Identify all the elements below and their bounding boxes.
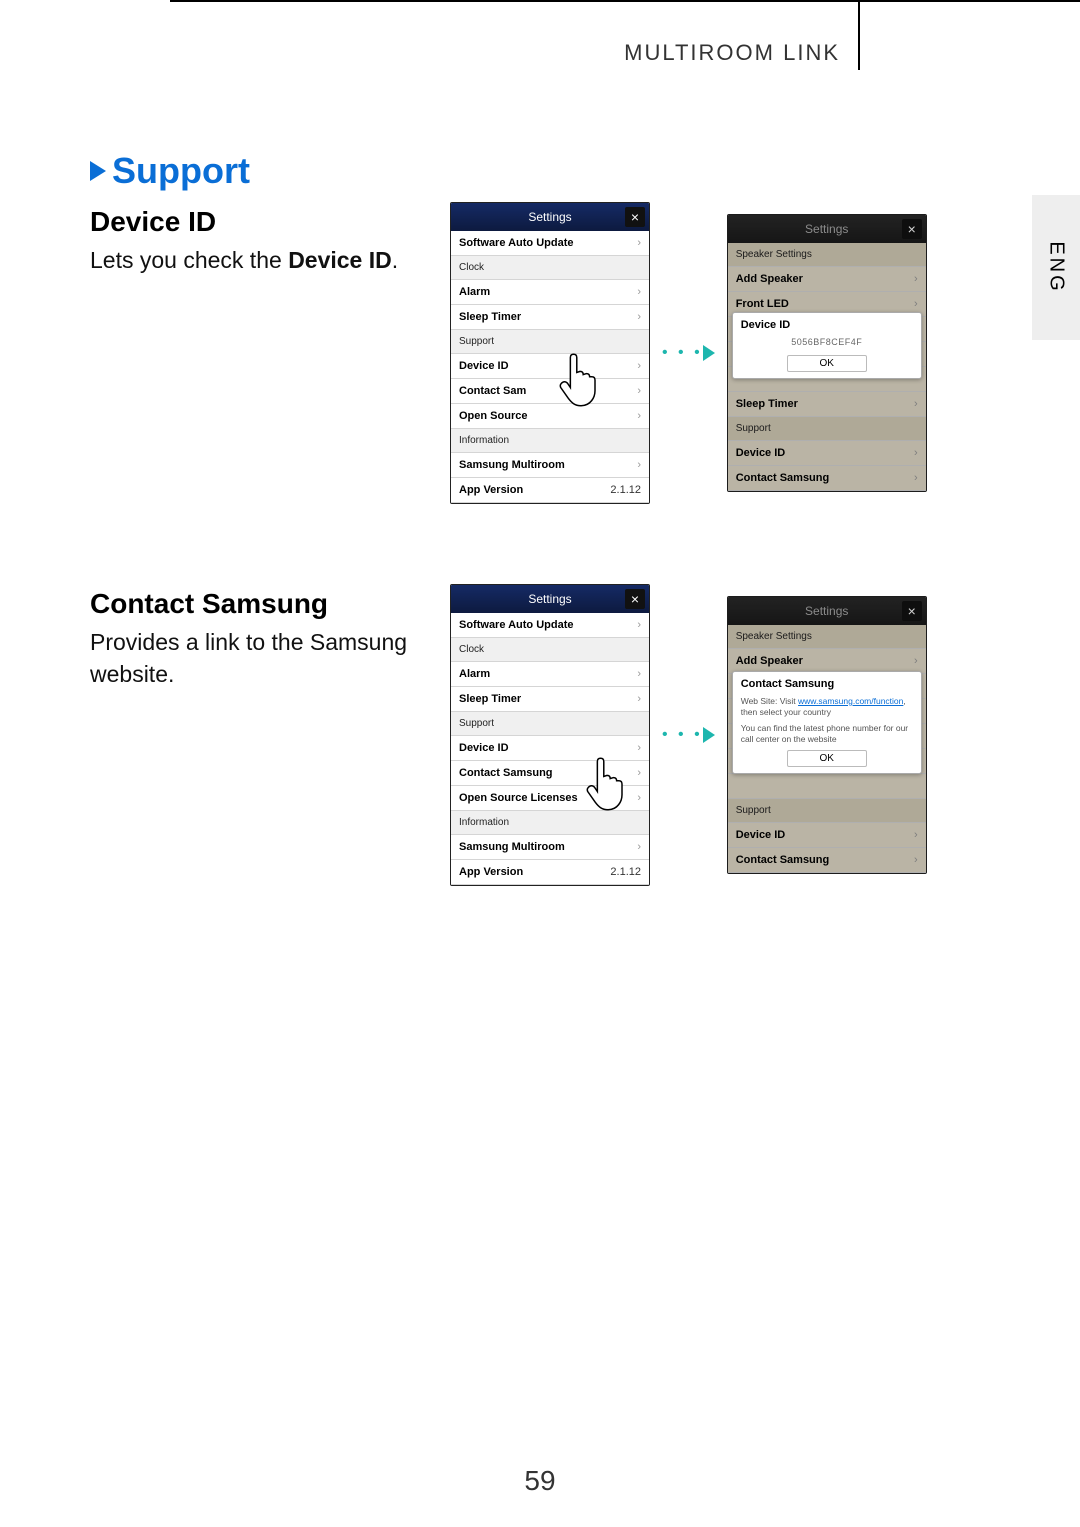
section-heading-support: Support	[90, 150, 1010, 192]
desc-device-id: Lets you check the Device ID.	[90, 244, 440, 276]
contact-samsung-popup: Contact Samsung Web Site: Visit www.sams…	[732, 671, 922, 774]
list-category: Information	[451, 429, 649, 453]
list-item[interactable]: Alarm›	[451, 662, 649, 687]
screenshot-header: Settings ×	[451, 203, 649, 231]
screenshot-settings-1: Settings × Software Auto Update› Clock A…	[450, 202, 650, 504]
block-device-id: Device ID Lets you check the Device ID. …	[90, 202, 1010, 504]
chevron-right-icon: ›	[914, 273, 918, 285]
chevron-right-icon: ›	[914, 655, 918, 667]
list-item[interactable]: Software Auto Update›	[451, 613, 649, 638]
screenshot-header: Settings ×	[451, 585, 649, 613]
chevron-right-icon: ›	[914, 298, 918, 310]
chevron-right-icon: ›	[914, 398, 918, 410]
screenshot-settings-3: Settings × Software Auto Update› Clock A…	[450, 584, 650, 886]
subheading-device-id: Device ID	[90, 206, 440, 238]
close-icon[interactable]: ×	[902, 601, 922, 621]
chevron-right-icon: ›	[637, 286, 641, 298]
list-item[interactable]: Add Speaker›	[728, 267, 926, 292]
list-item[interactable]: Sleep Timer›	[451, 687, 649, 712]
list-item[interactable]: Open Source›	[451, 404, 649, 429]
list-category: Support	[728, 799, 926, 823]
list-item[interactable]: Device ID›	[451, 736, 649, 761]
flow-arrow-icon: • • •	[662, 726, 715, 744]
header-title: MULTIROOM LINK	[624, 40, 840, 66]
list-item[interactable]: Contact Samsung›	[728, 466, 926, 491]
close-icon[interactable]: ×	[902, 219, 922, 239]
close-icon[interactable]: ×	[625, 589, 645, 609]
block-contact-samsung: Contact Samsung Provides a link to the S…	[90, 584, 1010, 886]
list-category: Clock	[451, 256, 649, 280]
chevron-right-icon: ›	[637, 410, 641, 422]
device-id-value: 5056BF8CEF4F	[741, 337, 913, 347]
chevron-right-icon: ›	[637, 237, 641, 249]
list-item[interactable]: Contact Sam›	[451, 379, 649, 404]
desc-contact-samsung: Provides a link to the Samsung website.	[90, 626, 440, 690]
list-item[interactable]: Device ID›	[451, 354, 649, 379]
ok-button[interactable]: OK	[787, 750, 867, 767]
chevron-right-icon: ›	[914, 447, 918, 459]
close-icon[interactable]: ×	[625, 207, 645, 227]
list-item[interactable]: Alarm›	[451, 280, 649, 305]
list-category: Speaker Settings	[728, 625, 926, 649]
chevron-right-icon: ›	[914, 854, 918, 866]
popup-title: Contact Samsung	[741, 678, 913, 690]
language-label: ENG	[1045, 241, 1068, 293]
popup-text: Web Site: Visit www.samsung.com/function…	[741, 696, 913, 719]
chevron-right-icon: ›	[637, 792, 641, 804]
list-item	[728, 774, 926, 799]
subheading-contact-samsung: Contact Samsung	[90, 588, 440, 620]
list-category: Clock	[451, 638, 649, 662]
list-category: Speaker Settings	[728, 243, 926, 267]
list-category: Support	[451, 330, 649, 354]
language-tab: ENG	[1032, 195, 1080, 340]
list-item[interactable]: Contact Samsung›	[728, 848, 926, 873]
header-divider	[858, 0, 860, 70]
list-item[interactable]: Sleep Timer›	[451, 305, 649, 330]
manual-page: MULTIROOM LINK ENG Support Device ID Let…	[0, 0, 1080, 1527]
list-item[interactable]: Samsung Multiroom›	[451, 453, 649, 478]
chevron-right-icon: ›	[914, 829, 918, 841]
chevron-right-icon: ›	[637, 459, 641, 471]
popup-title: Device ID	[741, 319, 913, 331]
device-id-popup: Device ID 5056BF8CEF4F OK	[732, 312, 922, 379]
list-item[interactable]: Device ID›	[728, 441, 926, 466]
list-item[interactable]: Sleep Timer›	[728, 392, 926, 417]
chevron-right-icon: ›	[637, 385, 641, 397]
list-item: App Version2.1.12	[451, 860, 649, 885]
chevron-right-icon: ›	[637, 311, 641, 323]
list-category: Support	[451, 712, 649, 736]
list-item[interactable]: Contact Samsung›	[451, 761, 649, 786]
list-item: App Version2.1.12	[451, 478, 649, 503]
chevron-right-icon: ›	[914, 472, 918, 484]
list-category: Information	[451, 811, 649, 835]
list-category: Support	[728, 417, 926, 441]
chevron-right-icon: ›	[637, 619, 641, 631]
popup-text: You can find the latest phone number for…	[741, 723, 913, 746]
chevron-right-icon: ›	[637, 360, 641, 372]
list-item[interactable]: Software Auto Update›	[451, 231, 649, 256]
page-number: 59	[524, 1465, 555, 1497]
header-rule	[170, 0, 1080, 2]
list-item[interactable]: Samsung Multiroom›	[451, 835, 649, 860]
ok-button[interactable]: OK	[787, 355, 867, 372]
list-item[interactable]: Open Source Licenses›	[451, 786, 649, 811]
chevron-right-icon: ›	[637, 767, 641, 779]
screenshot-header: Settings ×	[728, 215, 926, 243]
chevron-right-icon: ›	[637, 841, 641, 853]
samsung-link[interactable]: www.samsung.com/function	[798, 696, 903, 706]
list-item[interactable]: Device ID›	[728, 823, 926, 848]
chevron-right-icon: ›	[637, 693, 641, 705]
flow-arrow-icon: • • •	[662, 344, 715, 362]
screenshot-header: Settings ×	[728, 597, 926, 625]
chevron-right-icon: ›	[637, 668, 641, 680]
chevron-right-icon: ›	[637, 742, 641, 754]
play-arrow-icon	[90, 161, 106, 181]
